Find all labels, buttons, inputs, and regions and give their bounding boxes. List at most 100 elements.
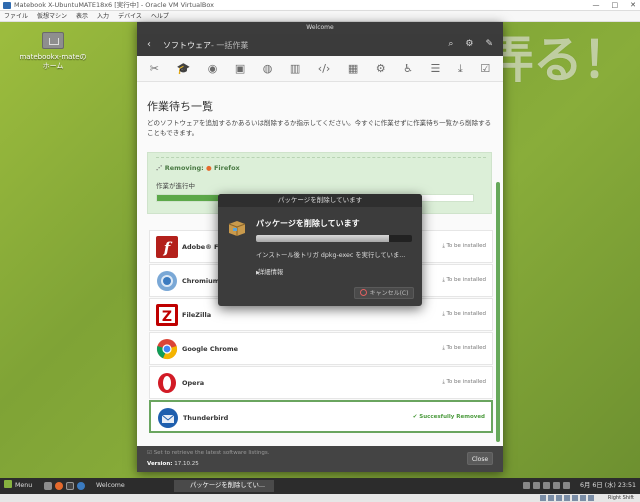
usb-icon[interactable] <box>556 495 562 501</box>
network-icon[interactable] <box>588 495 594 501</box>
notification-icon[interactable] <box>553 482 560 489</box>
launchers <box>44 482 85 490</box>
scrollbar[interactable] <box>496 182 500 442</box>
maximize-icon[interactable]: □ <box>612 0 619 11</box>
terminal-icon[interactable] <box>66 482 74 490</box>
version-info: Version: 17.10.25 <box>147 461 199 467</box>
dialog-heading: パッケージを削除しています <box>256 219 360 228</box>
firefox-icon[interactable] <box>55 482 63 490</box>
home-folder-label: matebookx-mateの ホーム <box>19 53 87 70</box>
removal-dialog: パッケージを削除しています パッケージを削除しています インストール後トリガ d… <box>218 194 422 306</box>
task-status: 作業が進行中 <box>156 182 195 190</box>
accessories-icon[interactable]: ✂ <box>150 62 159 75</box>
removing-package: Firefox <box>213 164 240 172</box>
menu-devices[interactable]: デバイス <box>118 11 142 21</box>
package-name: Google Chrome <box>182 345 239 353</box>
education-icon[interactable]: 🎓 <box>176 62 190 75</box>
folder-icon <box>42 32 64 49</box>
software-footer: ☑ Set to retrieve the latest software li… <box>137 446 503 472</box>
clock[interactable]: 6月 6日 (水) 23:51 <box>580 478 636 494</box>
removing-label: Removing: <box>164 164 204 172</box>
minimize-icon[interactable]: — <box>593 0 600 11</box>
volume-icon[interactable] <box>533 482 540 489</box>
menu-view[interactable]: 表示 <box>76 11 88 21</box>
filezilla-icon: Z <box>156 304 178 326</box>
search-icon[interactable]: ⌕ <box>448 39 453 49</box>
package-name: Thunderbird <box>183 414 229 422</box>
update-check[interactable]: ☑ Set to retrieve the latest software li… <box>147 450 270 456</box>
close-icon[interactable]: ✕ <box>630 0 636 11</box>
page-title: 作業待ち一覧 <box>147 100 213 113</box>
servers-icon[interactable]: ☰ <box>431 62 441 75</box>
disk-icon[interactable] <box>540 495 546 501</box>
graphics-icon[interactable]: ▣ <box>235 62 245 75</box>
virtualbox-icon <box>3 2 11 9</box>
chromium-icon <box>157 271 177 291</box>
dialog-message: インストール後トリガ dpkg-exec を実行していま... <box>256 252 406 259</box>
files-icon[interactable] <box>44 482 52 490</box>
recording-icon[interactable] <box>580 495 586 501</box>
home-folder-icon[interactable]: matebookx-mateの ホーム <box>18 32 88 71</box>
display-icon[interactable] <box>572 495 578 501</box>
software-header: ‹ ソフトウェア- 一括作業 ⌕ ⚙ ✎ <box>137 34 503 56</box>
host-status-icons <box>540 495 594 501</box>
download-icon[interactable]: ⤓ <box>458 62 463 76</box>
games-icon[interactable]: ◉ <box>208 62 218 75</box>
optical-icon[interactable] <box>548 495 554 501</box>
accessibility-icon[interactable]: ♿ <box>403 62 413 75</box>
package-name: Opera <box>182 379 205 387</box>
chrome-icon <box>156 339 178 360</box>
host-menu-bar: ファイル 仮想マシン 表示 入力 デバイス ヘルプ <box>0 11 640 22</box>
firefox-icon: ● <box>206 164 212 172</box>
breadcrumb-main: ソフトウェア <box>163 41 211 50</box>
checkbox-icon: ☑ <box>147 450 154 456</box>
taskbar: Menu Welcome パッケージを削除してい... 6月 6日 (水) 23… <box>0 478 640 494</box>
programming-icon[interactable]: ‹/› <box>318 62 331 75</box>
menu-file[interactable]: ファイル <box>4 11 28 21</box>
system-tray <box>523 482 570 489</box>
shared-folder-icon[interactable] <box>564 495 570 501</box>
details-expander[interactable]: ▶詳細情報 <box>256 267 283 276</box>
header-icons: ⌕ ⚙ ✎ <box>448 39 493 49</box>
list-item[interactable]: Opera ⤓ To be installed <box>149 366 493 399</box>
package-box-icon <box>228 221 246 236</box>
host-title-bar: Matebook X-UbuntuMATE18x6 [実行中] - Oracle… <box>0 0 640 11</box>
menu-help[interactable]: ヘルプ <box>151 11 169 21</box>
battery-icon[interactable] <box>543 482 550 489</box>
cancel-button[interactable]: キャンセル(C) <box>354 287 414 299</box>
breadcrumb: ソフトウェア- 一括作業 <box>163 40 248 51</box>
task-welcome[interactable]: Welcome <box>84 480 172 492</box>
breadcrumb-sub: - 一括作業 <box>211 41 249 50</box>
list-item[interactable]: Thunderbird ✔ Succesfully Removed <box>149 400 493 433</box>
host-key: Right Shift <box>607 495 634 501</box>
menu-machine[interactable]: 仮想マシン <box>37 11 67 21</box>
window-title: Welcome <box>137 22 503 34</box>
dialog-progress-bar <box>256 235 412 242</box>
list-item[interactable]: Google Chrome ⤓ To be installed <box>149 332 493 365</box>
package-name: FileZilla <box>182 311 212 319</box>
dialog-title: パッケージを削除しています <box>218 194 422 207</box>
host-title: Matebook X-UbuntuMATE18x6 [実行中] - Oracle… <box>14 1 214 9</box>
close-button[interactable]: Close <box>467 452 493 465</box>
package-name: Chromium <box>182 277 220 285</box>
back-icon[interactable]: ‹ <box>147 39 151 50</box>
task-removing-packages[interactable]: パッケージを削除してい... <box>174 480 274 492</box>
package-state: ⤓ To be installed <box>442 379 486 385</box>
office-icon[interactable]: ▥ <box>290 62 300 75</box>
package-state: ⤓ To be installed <box>442 311 486 317</box>
internet-icon[interactable]: ◍ <box>263 62 273 75</box>
queue-icon[interactable]: ☑ <box>480 62 490 75</box>
menu-input[interactable]: 入力 <box>97 11 109 21</box>
dialog-progress-fill <box>256 235 389 242</box>
network-icon[interactable] <box>523 482 530 489</box>
settings-icon[interactable]: ⚙ <box>465 39 473 49</box>
package-state: ⤓ To be installed <box>442 277 486 283</box>
pencil-icon[interactable]: ✎ <box>485 39 493 49</box>
mate-icon <box>4 480 12 488</box>
power-icon[interactable] <box>563 482 570 489</box>
multimedia-icon[interactable]: ▦ <box>348 62 358 75</box>
cancel-icon <box>359 289 367 296</box>
system-icon[interactable]: ⚙ <box>376 62 386 75</box>
menu-button[interactable]: Menu <box>4 478 32 494</box>
package-state: ✔ Succesfully Removed <box>412 414 485 420</box>
